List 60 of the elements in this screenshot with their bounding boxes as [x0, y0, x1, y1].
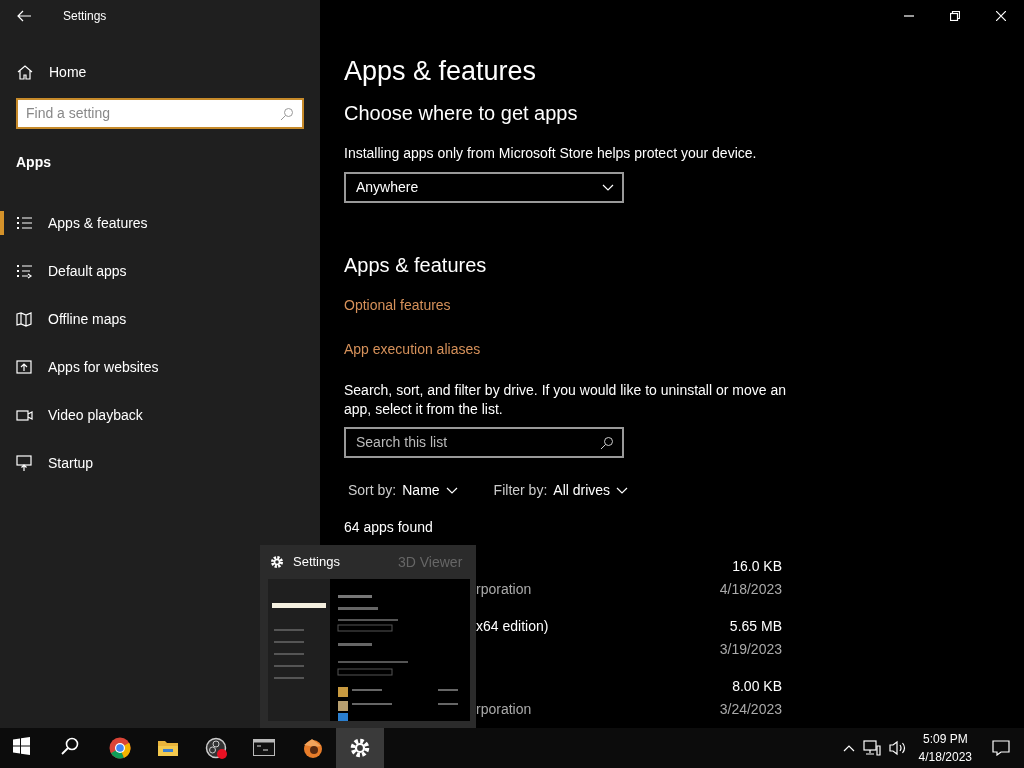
sidebar-item[interactable]: Apps for websites: [0, 343, 320, 391]
settings-search-box[interactable]: Find a setting: [16, 98, 304, 129]
settings-link[interactable]: App execution aliases: [344, 339, 481, 361]
search-icon: [280, 106, 294, 121]
app-publisher: rporation: [476, 700, 532, 720]
browser-icon: [109, 737, 131, 759]
sidebar-item[interactable]: Startup: [0, 439, 320, 487]
sort-dropdown[interactable]: Sort by: Name: [348, 480, 458, 502]
app-date: 4/18/2023: [719, 580, 782, 600]
notification-icon[interactable]: [992, 740, 1010, 756]
network-icon[interactable]: [862, 740, 881, 756]
clock[interactable]: 5:09 PM 4/18/2023: [910, 730, 980, 766]
app-date: 3/24/2023: [719, 700, 782, 720]
app-size: 8.00 KB: [732, 677, 782, 697]
section-heading: Apps & features: [344, 253, 488, 278]
filter-dropdown[interactable]: Filter by: All drives: [493, 480, 629, 502]
list-search-box[interactable]: Search this list: [344, 427, 624, 459]
description-text: Search, sort, and filter by drive. If you would like to uninstall or move an app, select it from the list.: [344, 381, 787, 420]
terminal-icon: [253, 737, 275, 759]
search-icon: [600, 435, 614, 450]
description-text: Installing apps only from Microsoft Store helps protect your device.: [344, 144, 758, 164]
sidebar-item[interactable]: Apps & features: [0, 199, 320, 247]
settings-link[interactable]: Optional features: [344, 295, 451, 317]
sidebar-item[interactable]: Offline maps: [0, 295, 320, 343]
app-name: 3D Viewer: [398, 552, 463, 572]
preview-title: Settings: [293, 553, 340, 572]
section-heading: Choose where to get apps: [344, 101, 579, 126]
sidebar-item[interactable]: Video playback: [0, 391, 320, 439]
back-arrow-icon[interactable]: [16, 8, 32, 24]
app-logo-icon: [301, 737, 323, 759]
close-icon[interactable]: [996, 11, 1006, 21]
record-circle-icon: [205, 737, 227, 759]
list-arrow-icon: [16, 262, 33, 280]
chevron-down-icon: [616, 486, 629, 495]
taskbar-button[interactable]: [336, 728, 384, 768]
app-date: 3/19/2023: [719, 640, 782, 660]
speaker-icon[interactable]: [888, 740, 907, 756]
gear-icon: [349, 737, 371, 759]
window-title: Settings: [63, 8, 107, 25]
home-icon: [17, 64, 33, 80]
list-icon: [16, 214, 33, 232]
app-publisher: rporation: [476, 580, 532, 600]
app-name: x64 edition): [476, 617, 549, 637]
app-count: 64 apps found: [344, 518, 434, 538]
chevron-down-icon: [445, 486, 458, 495]
monitor-arrow-icon: [16, 454, 33, 472]
home-nav-item[interactable]: Home: [0, 32, 320, 82]
chevron-down-icon: [602, 183, 614, 192]
list-search-field[interactable]: Search this list: [356, 432, 600, 454]
chevron-up-icon[interactable]: [842, 744, 855, 752]
app-size: 5.65 MB: [729, 617, 782, 637]
page-title: Apps & features: [344, 55, 538, 88]
app-size: 16.0 KB: [732, 557, 782, 577]
gear-icon: [270, 555, 284, 569]
section-heading: Apps: [15, 153, 52, 172]
restore-icon[interactable]: [950, 11, 960, 21]
map-icon: [16, 310, 33, 328]
sidebar-item[interactable]: Default apps: [0, 247, 320, 295]
settings-search-field[interactable]: Find a setting: [26, 103, 280, 124]
source-dropdown[interactable]: Anywhere: [344, 172, 624, 204]
